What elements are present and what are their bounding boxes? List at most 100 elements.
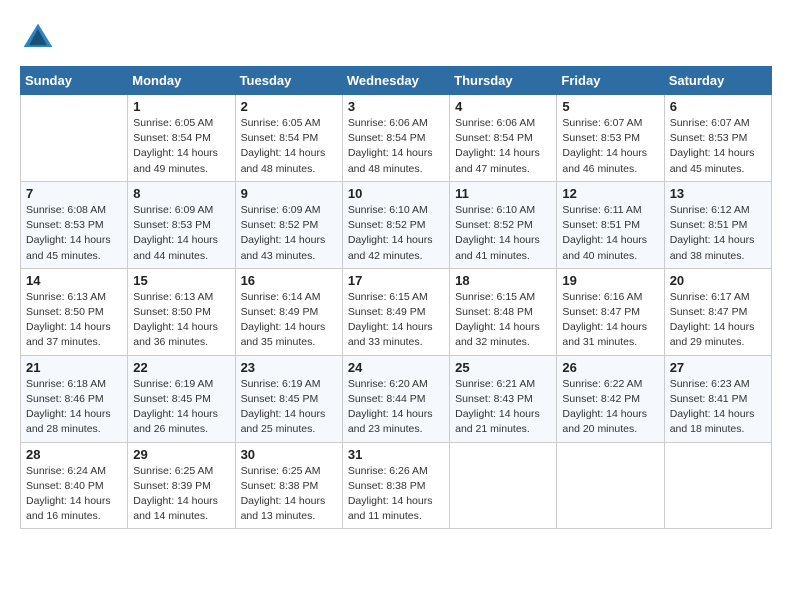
day-number: 7 bbox=[26, 186, 122, 201]
cell-text: Sunrise: 6:06 AMSunset: 8:54 PMDaylight:… bbox=[455, 116, 551, 177]
calendar-table: SundayMondayTuesdayWednesdayThursdayFrid… bbox=[20, 66, 772, 529]
calendar-cell: 9 Sunrise: 6:09 AMSunset: 8:52 PMDaylight… bbox=[235, 181, 342, 268]
calendar-cell: 15 Sunrise: 6:13 AMSunset: 8:50 PMDayligh… bbox=[128, 268, 235, 355]
cell-text: Sunrise: 6:15 AMSunset: 8:48 PMDaylight:… bbox=[455, 290, 551, 351]
calendar-cell: 27 Sunrise: 6:23 AMSunset: 8:41 PMDayligh… bbox=[664, 355, 771, 442]
calendar-header-row: SundayMondayTuesdayWednesdayThursdayFrid… bbox=[21, 67, 772, 95]
calendar-header-saturday: Saturday bbox=[664, 67, 771, 95]
day-number: 13 bbox=[670, 186, 766, 201]
day-number: 28 bbox=[26, 447, 122, 462]
cell-text: Sunrise: 6:05 AMSunset: 8:54 PMDaylight:… bbox=[241, 116, 337, 177]
calendar-header-wednesday: Wednesday bbox=[342, 67, 449, 95]
calendar-header-tuesday: Tuesday bbox=[235, 67, 342, 95]
logo bbox=[20, 20, 62, 56]
calendar-cell bbox=[664, 442, 771, 529]
day-number: 24 bbox=[348, 360, 444, 375]
day-number: 22 bbox=[133, 360, 229, 375]
day-number: 10 bbox=[348, 186, 444, 201]
cell-text: Sunrise: 6:20 AMSunset: 8:44 PMDaylight:… bbox=[348, 377, 444, 438]
calendar-cell: 10Sunrise: 6:10 AMSunset: 8:52 PMDayligh… bbox=[342, 181, 449, 268]
cell-text: Sunrise: 6:10 AMSunset: 8:52 PMDaylight:… bbox=[455, 203, 551, 264]
cell-text: Sunrise: 6:22 AMSunset: 8:42 PMDaylight:… bbox=[562, 377, 658, 438]
day-number: 4 bbox=[455, 99, 551, 114]
cell-text: Sunrise: 6:11 AMSunset: 8:51 PMDaylight:… bbox=[562, 203, 658, 264]
calendar-cell: 7 Sunrise: 6:08 AMSunset: 8:53 PMDaylight… bbox=[21, 181, 128, 268]
day-number: 31 bbox=[348, 447, 444, 462]
cell-text: Sunrise: 6:09 AMSunset: 8:52 PMDaylight:… bbox=[241, 203, 337, 264]
cell-text: Sunrise: 6:08 AMSunset: 8:53 PMDaylight:… bbox=[26, 203, 122, 264]
day-number: 3 bbox=[348, 99, 444, 114]
calendar-cell: 19Sunrise: 6:16 AMSunset: 8:47 PMDayligh… bbox=[557, 268, 664, 355]
day-number: 6 bbox=[670, 99, 766, 114]
calendar-header-friday: Friday bbox=[557, 67, 664, 95]
calendar-cell: 14Sunrise: 6:13 AMSunset: 8:50 PMDayligh… bbox=[21, 268, 128, 355]
calendar-week-4: 21 Sunrise: 6:18 AMSunset: 8:46 PMDayligh… bbox=[21, 355, 772, 442]
cell-text: Sunrise: 6:17 AMSunset: 8:47 PMDaylight:… bbox=[670, 290, 766, 351]
day-number: 12 bbox=[562, 186, 658, 201]
calendar-cell: 29 Sunrise: 6:25 AMSunset: 8:39 PMDayligh… bbox=[128, 442, 235, 529]
day-number: 29 bbox=[133, 447, 229, 462]
day-number: 21 bbox=[26, 360, 122, 375]
cell-text: Sunrise: 6:18 AMSunset: 8:46 PMDaylight:… bbox=[26, 377, 122, 438]
cell-text: Sunrise: 6:07 AMSunset: 8:53 PMDaylight:… bbox=[562, 116, 658, 177]
logo-icon bbox=[20, 20, 56, 56]
day-number: 30 bbox=[241, 447, 337, 462]
header bbox=[20, 20, 772, 56]
cell-text: Sunrise: 6:25 AMSunset: 8:39 PMDaylight:… bbox=[133, 464, 229, 525]
cell-text: Sunrise: 6:25 AMSunset: 8:38 PMDaylight:… bbox=[241, 464, 337, 525]
calendar-cell: 18 Sunrise: 6:15 AMSunset: 8:48 PMDayligh… bbox=[450, 268, 557, 355]
cell-text: Sunrise: 6:06 AMSunset: 8:54 PMDaylight:… bbox=[348, 116, 444, 177]
calendar-cell: 1 Sunrise: 6:05 AMSunset: 8:54 PMDaylight… bbox=[128, 95, 235, 182]
calendar-cell: 21 Sunrise: 6:18 AMSunset: 8:46 PMDayligh… bbox=[21, 355, 128, 442]
calendar-header-monday: Monday bbox=[128, 67, 235, 95]
cell-text: Sunrise: 6:21 AMSunset: 8:43 PMDaylight:… bbox=[455, 377, 551, 438]
calendar-cell: 26 Sunrise: 6:22 AMSunset: 8:42 PMDayligh… bbox=[557, 355, 664, 442]
calendar-header-thursday: Thursday bbox=[450, 67, 557, 95]
day-number: 8 bbox=[133, 186, 229, 201]
cell-text: Sunrise: 6:12 AMSunset: 8:51 PMDaylight:… bbox=[670, 203, 766, 264]
calendar-cell: 5 Sunrise: 6:07 AMSunset: 8:53 PMDaylight… bbox=[557, 95, 664, 182]
calendar-cell: 6 Sunrise: 6:07 AMSunset: 8:53 PMDaylight… bbox=[664, 95, 771, 182]
calendar-cell: 17Sunrise: 6:15 AMSunset: 8:49 PMDayligh… bbox=[342, 268, 449, 355]
day-number: 1 bbox=[133, 99, 229, 114]
calendar-cell bbox=[450, 442, 557, 529]
calendar-cell: 31 Sunrise: 6:26 AMSunset: 8:38 PMDayligh… bbox=[342, 442, 449, 529]
cell-text: Sunrise: 6:24 AMSunset: 8:40 PMDaylight:… bbox=[26, 464, 122, 525]
cell-text: Sunrise: 6:05 AMSunset: 8:54 PMDaylight:… bbox=[133, 116, 229, 177]
day-number: 18 bbox=[455, 273, 551, 288]
day-number: 16 bbox=[241, 273, 337, 288]
cell-text: Sunrise: 6:09 AMSunset: 8:53 PMDaylight:… bbox=[133, 203, 229, 264]
calendar-cell: 13 Sunrise: 6:12 AMSunset: 8:51 PMDayligh… bbox=[664, 181, 771, 268]
cell-text: Sunrise: 6:13 AMSunset: 8:50 PMDaylight:… bbox=[133, 290, 229, 351]
calendar-cell: 4 Sunrise: 6:06 AMSunset: 8:54 PMDaylight… bbox=[450, 95, 557, 182]
cell-text: Sunrise: 6:14 AMSunset: 8:49 PMDaylight:… bbox=[241, 290, 337, 351]
day-number: 5 bbox=[562, 99, 658, 114]
calendar-cell bbox=[21, 95, 128, 182]
calendar-cell: 8 Sunrise: 6:09 AMSunset: 8:53 PMDaylight… bbox=[128, 181, 235, 268]
calendar-cell: 22 Sunrise: 6:19 AMSunset: 8:45 PMDayligh… bbox=[128, 355, 235, 442]
day-number: 11 bbox=[455, 186, 551, 201]
day-number: 19 bbox=[562, 273, 658, 288]
calendar-cell: 23Sunrise: 6:19 AMSunset: 8:45 PMDayligh… bbox=[235, 355, 342, 442]
cell-text: Sunrise: 6:23 AMSunset: 8:41 PMDaylight:… bbox=[670, 377, 766, 438]
day-number: 23 bbox=[241, 360, 337, 375]
calendar-cell: 28 Sunrise: 6:24 AMSunset: 8:40 PMDayligh… bbox=[21, 442, 128, 529]
day-number: 9 bbox=[241, 186, 337, 201]
calendar-cell: 16 Sunrise: 6:14 AMSunset: 8:49 PMDayligh… bbox=[235, 268, 342, 355]
calendar-cell: 25Sunrise: 6:21 AMSunset: 8:43 PMDayligh… bbox=[450, 355, 557, 442]
cell-text: Sunrise: 6:07 AMSunset: 8:53 PMDaylight:… bbox=[670, 116, 766, 177]
cell-text: Sunrise: 6:26 AMSunset: 8:38 PMDaylight:… bbox=[348, 464, 444, 525]
cell-text: Sunrise: 6:13 AMSunset: 8:50 PMDaylight:… bbox=[26, 290, 122, 351]
calendar-cell: 30 Sunrise: 6:25 AMSunset: 8:38 PMDayligh… bbox=[235, 442, 342, 529]
cell-text: Sunrise: 6:19 AMSunset: 8:45 PMDaylight:… bbox=[133, 377, 229, 438]
calendar-cell: 3 Sunrise: 6:06 AMSunset: 8:54 PMDaylight… bbox=[342, 95, 449, 182]
day-number: 15 bbox=[133, 273, 229, 288]
day-number: 20 bbox=[670, 273, 766, 288]
calendar-week-3: 14Sunrise: 6:13 AMSunset: 8:50 PMDayligh… bbox=[21, 268, 772, 355]
calendar-cell: 12 Sunrise: 6:11 AMSunset: 8:51 PMDayligh… bbox=[557, 181, 664, 268]
day-number: 26 bbox=[562, 360, 658, 375]
day-number: 27 bbox=[670, 360, 766, 375]
calendar-header-sunday: Sunday bbox=[21, 67, 128, 95]
calendar-cell: 2Sunrise: 6:05 AMSunset: 8:54 PMDaylight… bbox=[235, 95, 342, 182]
calendar-week-1: 1 Sunrise: 6:05 AMSunset: 8:54 PMDaylight… bbox=[21, 95, 772, 182]
